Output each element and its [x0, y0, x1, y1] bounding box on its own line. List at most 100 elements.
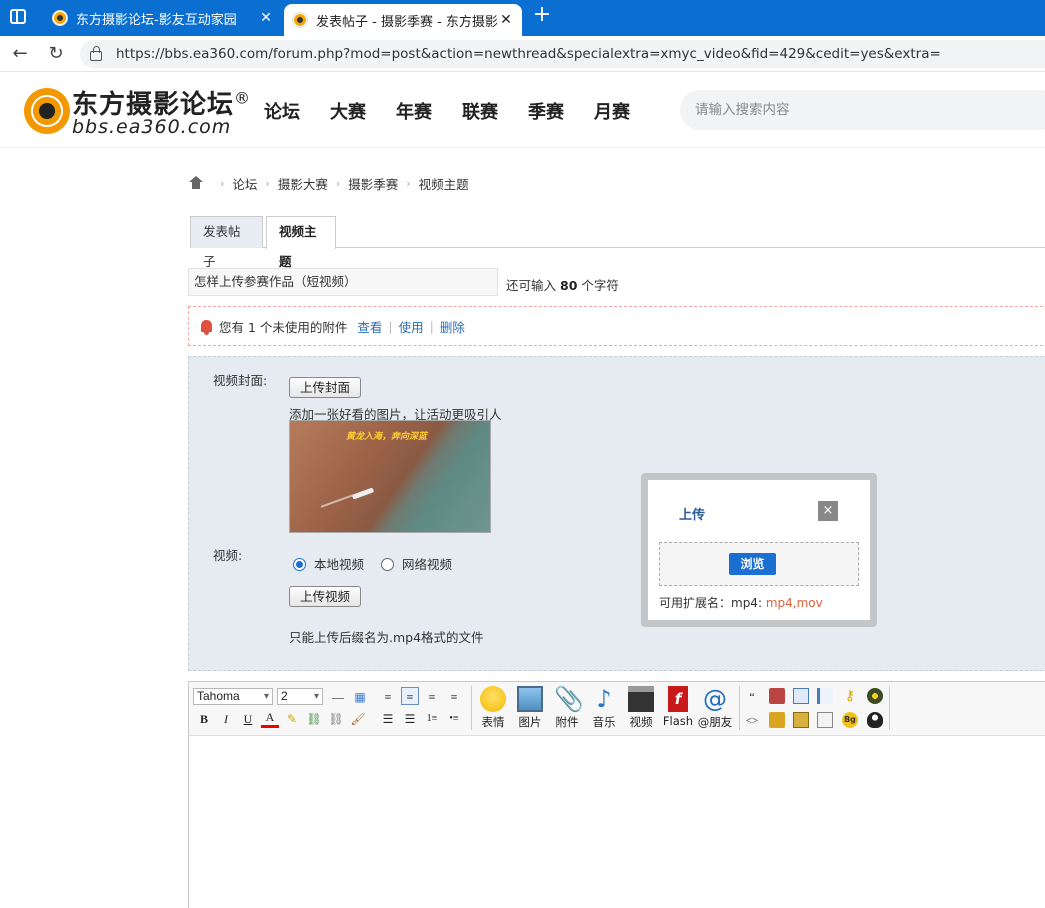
radio-network-video[interactable]: [381, 558, 394, 571]
subject-input[interactable]: 怎样上传参赛作品（短视频）: [188, 268, 498, 296]
code-icon[interactable]: <>: [744, 712, 760, 728]
main-nav: 论坛 大赛 年赛 联赛 季赛 月赛: [264, 98, 660, 124]
site-favicon-icon: [292, 12, 308, 28]
underline-button[interactable]: U: [239, 710, 257, 728]
breadcrumb-item-video[interactable]: 视频主题: [419, 174, 469, 193]
browser-tab-new-post[interactable]: 发表帖子 - 摄影季赛 - 东方摄影论 ✕: [284, 4, 522, 36]
reload-icon[interactable]: ↻: [44, 42, 68, 66]
radio-local-video[interactable]: [293, 558, 306, 571]
font-family-select[interactable]: Tahoma: [193, 688, 273, 705]
nav-item-forum[interactable]: 论坛: [264, 98, 330, 124]
indent-icon[interactable]: ☰: [401, 710, 419, 728]
address-bar: ← ↻ https://bbs.ea360.com/forum.php?mod=…: [0, 36, 1045, 72]
divider: |: [429, 318, 434, 334]
upload-video-button[interactable]: 上传视频: [289, 586, 362, 607]
breadcrumb-separator: ›: [335, 177, 341, 190]
font-size-select[interactable]: 2: [277, 688, 323, 705]
smiley-icon: [480, 686, 506, 712]
close-icon[interactable]: ✕: [498, 12, 514, 28]
browser-tab-title: 东方摄影论坛-影友互动家园: [76, 12, 237, 28]
font-color-icon[interactable]: A: [261, 710, 279, 728]
bold-button[interactable]: B: [195, 710, 213, 728]
align-left-icon[interactable]: ≡: [379, 688, 397, 706]
toolbar-divider: [739, 686, 740, 730]
horizontal-rule-icon[interactable]: —: [329, 688, 347, 706]
columns-icon[interactable]: [817, 712, 833, 728]
delete-attachments-link[interactable]: 删除: [440, 317, 465, 336]
align-justify-icon[interactable]: ≡: [401, 687, 419, 705]
breadcrumb-item-season[interactable]: 摄影季赛: [348, 174, 398, 193]
music-tool[interactable]: ♪ 音乐: [584, 686, 624, 730]
mention-friend-tool[interactable]: @ @朋友: [695, 686, 735, 730]
attachment-tool[interactable]: 📎 附件: [547, 686, 587, 730]
italic-button[interactable]: I: [217, 710, 235, 728]
free-content-icon[interactable]: [769, 688, 785, 704]
index-icon[interactable]: [817, 688, 833, 704]
dialog-title: 上传: [679, 508, 706, 523]
boat-wake: [320, 494, 354, 508]
video-format-hint: 只能上传后缀名为.mp4格式的文件: [289, 630, 484, 645]
align-center-icon[interactable]: ≡: [423, 688, 441, 706]
back-arrow-icon[interactable]: ←: [8, 42, 32, 66]
logo-url: bbs.ea360.com: [72, 116, 232, 138]
quote-icon[interactable]: “: [744, 688, 760, 704]
close-icon[interactable]: ✕: [258, 10, 274, 26]
highlight-icon[interactable]: ✎: [283, 710, 301, 728]
nav-item-season[interactable]: 季赛: [528, 98, 594, 124]
browse-button[interactable]: 浏览: [729, 553, 776, 575]
video-form-panel: 视频封面: 上传封面 添加一张好看的图片，让活动更吸引人 黄龙入海，奔向深蓝 视…: [188, 356, 1045, 671]
use-attachments-link[interactable]: 使用: [399, 317, 424, 336]
tab-video-topic[interactable]: 视频主题: [266, 216, 336, 269]
nav-item-contest[interactable]: 大赛: [330, 98, 396, 124]
emoji-tool[interactable]: 表情: [473, 686, 513, 730]
breadcrumb-item-contest[interactable]: 摄影大赛: [278, 174, 328, 193]
home-icon[interactable]: [189, 175, 203, 190]
cover-image-caption: 黄龙入海，奔向深蓝: [346, 432, 428, 442]
search-input[interactable]: 请输入搜索内容: [680, 90, 1045, 130]
browser-tab-bar: 东方摄影论坛-影友互动家园 ✕ 发表帖子 - 摄影季赛 - 东方摄影论 ✕ +: [0, 0, 1045, 36]
page-icon[interactable]: [793, 688, 809, 704]
upload-cover-button[interactable]: 上传封面: [289, 377, 362, 398]
background-music-icon[interactable]: Bg: [842, 712, 858, 728]
browser-tab-title: 发表帖子 - 摄影季赛 - 东方摄影论: [316, 14, 498, 30]
url-input[interactable]: https://bbs.ea360.com/forum.php?mod=post…: [80, 40, 1045, 68]
unlink-icon[interactable]: ⛓: [327, 710, 345, 728]
download-icon[interactable]: [793, 712, 809, 728]
key-icon[interactable]: ⚷: [842, 688, 858, 704]
table-icon[interactable]: ▦: [351, 688, 369, 706]
window-menu-icon[interactable]: [10, 9, 26, 24]
align-right-icon[interactable]: ≡: [445, 688, 463, 706]
unordered-list-icon[interactable]: •≡: [445, 710, 463, 728]
editor-content-area[interactable]: [189, 737, 1045, 908]
nav-item-league[interactable]: 联赛: [462, 98, 528, 124]
view-attachments-link[interactable]: 查看: [357, 317, 382, 336]
site-favicon-icon: [52, 10, 68, 26]
close-icon[interactable]: ×: [818, 501, 838, 521]
clear-format-icon[interactable]: 🖌: [349, 710, 367, 728]
insert-link-icon[interactable]: ⛓: [305, 710, 323, 728]
coin-icon[interactable]: [867, 688, 883, 704]
video-tool[interactable]: 视频: [621, 686, 661, 730]
ordered-list-icon[interactable]: 1≡: [423, 710, 441, 728]
flash-tool[interactable]: f Flash: [658, 686, 698, 728]
url-text: https://bbs.ea360.com/forum.php?mod=post…: [116, 46, 941, 62]
new-tab-plus-icon[interactable]: +: [530, 4, 554, 28]
image-tool[interactable]: 图片: [510, 686, 550, 730]
qq-icon[interactable]: [867, 712, 883, 728]
unused-attachment-notice: 您有 1 个未使用的附件 查看 | 使用 | 删除: [188, 306, 1045, 346]
site-logo[interactable]: 东方摄影论坛® bbs.ea360.com: [24, 82, 250, 140]
browser-tab-forum-home[interactable]: 东方摄影论坛-影友互动家园 ✕: [44, 3, 282, 33]
at-sign-icon: @: [703, 685, 727, 713]
post-type-tabs: 发表帖子 视频主题: [190, 216, 1045, 269]
file-drop-zone[interactable]: 浏览: [659, 542, 859, 586]
radio-network-video-label[interactable]: 网络视频: [402, 554, 452, 573]
paragraph-format-icon[interactable]: ☰: [379, 710, 397, 728]
breadcrumb-item-forum[interactable]: 论坛: [232, 174, 257, 193]
nav-item-annual[interactable]: 年赛: [396, 98, 462, 124]
video-clapper-icon: [628, 686, 654, 712]
post-editor: Tahoma 2 — ▦ ≡ ≡ ≡ ≡ B I U A ✎ ⛓ ⛓ 🖌 ☰ ☰…: [188, 681, 1045, 908]
tab-new-post[interactable]: 发表帖子: [190, 216, 263, 269]
nav-item-monthly[interactable]: 月赛: [594, 98, 660, 124]
lock-icon[interactable]: [769, 712, 785, 728]
radio-local-video-label[interactable]: 本地视频: [314, 554, 364, 573]
